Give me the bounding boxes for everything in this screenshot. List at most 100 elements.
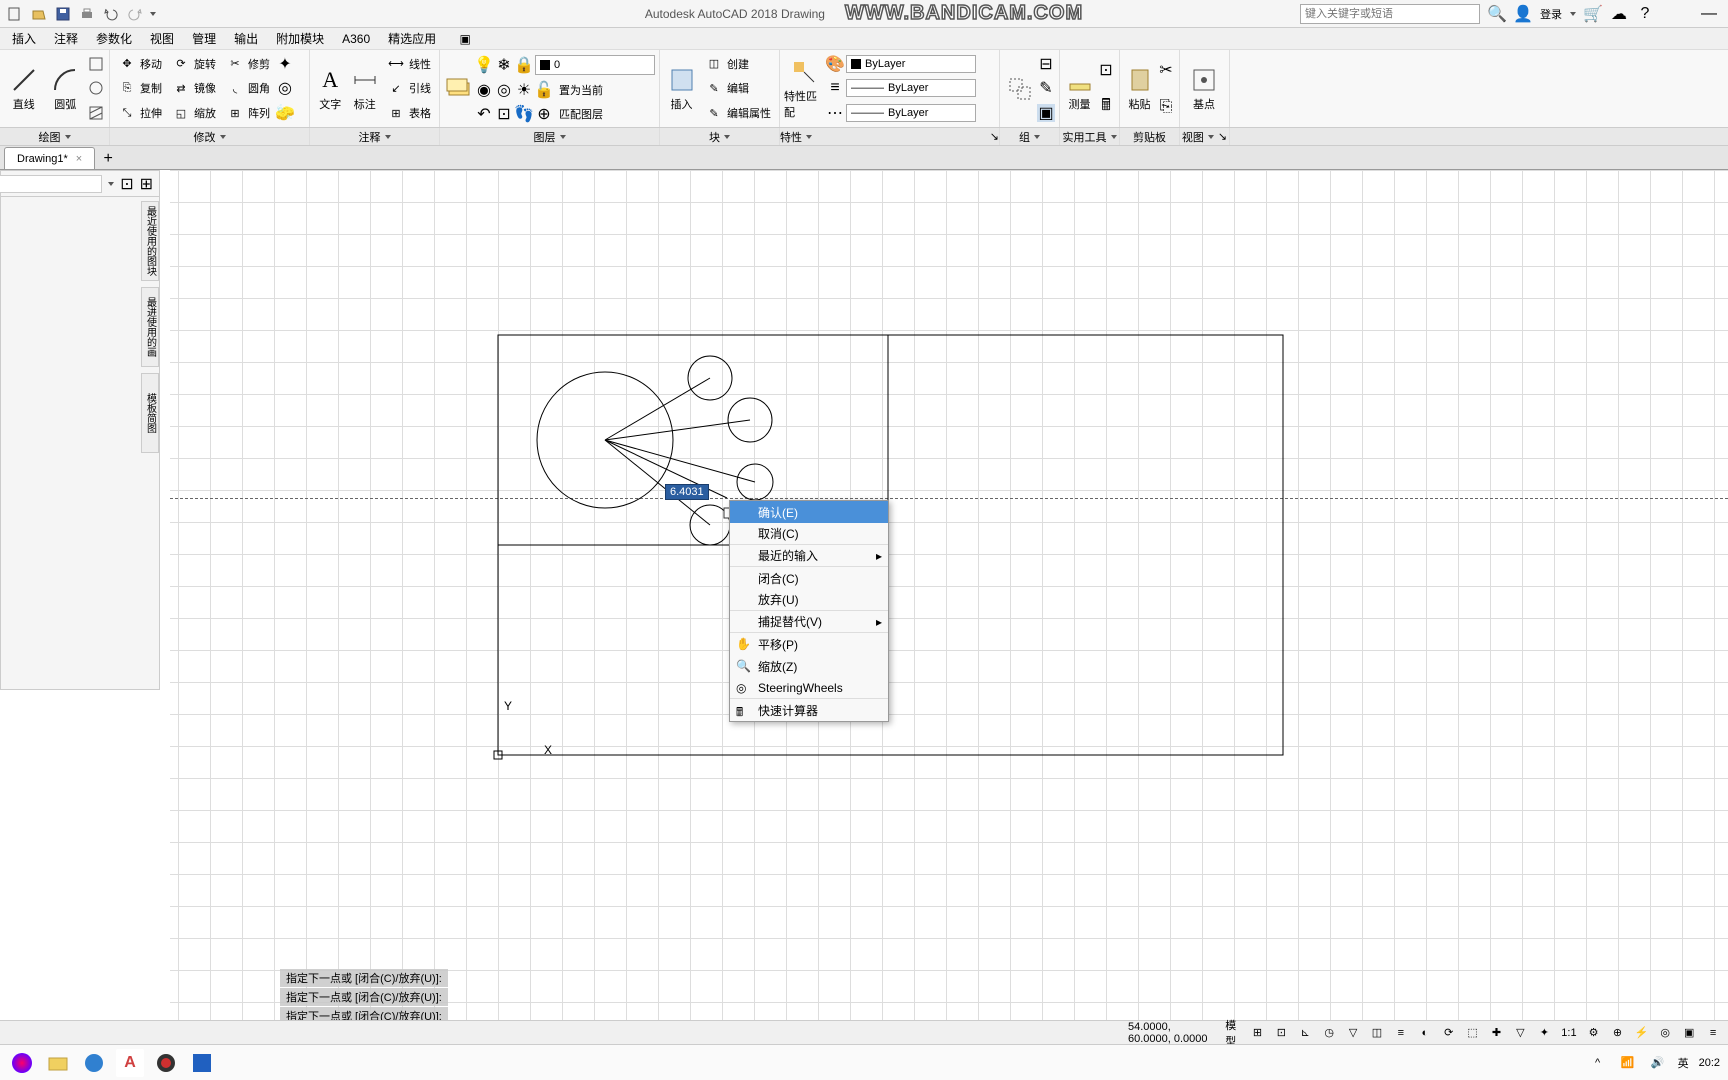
- isolate-icon[interactable]: ◎: [1658, 1023, 1672, 1043]
- ungroup-icon[interactable]: ⊟: [1037, 55, 1055, 73]
- help-search-input[interactable]: [1300, 4, 1480, 24]
- text-button[interactable]: A文字: [314, 52, 347, 125]
- tray-expand-icon[interactable]: ^: [1588, 1053, 1608, 1073]
- panel-label-modify[interactable]: 修改: [194, 129, 216, 145]
- palette-dropdown[interactable]: [0, 175, 102, 193]
- menu-insert[interactable]: 插入: [4, 28, 44, 49]
- menu-annotate[interactable]: 注释: [46, 28, 86, 49]
- ctx-pan[interactable]: ✋平移(P): [730, 633, 888, 655]
- panel-label-view[interactable]: 视图: [1182, 129, 1204, 145]
- ctx-cancel[interactable]: 取消(C): [730, 523, 888, 545]
- mirror-button[interactable]: ⇄镜像: [168, 79, 220, 97]
- layer-merge-icon[interactable]: ⊕: [535, 105, 553, 123]
- rotate-button[interactable]: ⟳旋转: [168, 55, 220, 73]
- save-icon[interactable]: [54, 5, 72, 23]
- search-icon[interactable]: 🔍: [1488, 5, 1506, 23]
- layer-isolate-icon[interactable]: ◎: [495, 81, 513, 99]
- linear-button[interactable]: ⟷线性: [383, 55, 435, 73]
- hardware-accel-icon[interactable]: ⚡: [1634, 1023, 1648, 1043]
- edit-block-button[interactable]: ✎编辑: [701, 79, 775, 97]
- layer-unlock-icon[interactable]: 🔓: [535, 81, 553, 99]
- open-icon[interactable]: [30, 5, 48, 23]
- login-button[interactable]: 登录: [1540, 6, 1562, 22]
- trim-button[interactable]: ✂修剪: [222, 55, 274, 73]
- menu-manage[interactable]: 管理: [184, 28, 224, 49]
- isodraft-toggle-icon[interactable]: ▽: [1346, 1023, 1360, 1043]
- hatch-icon[interactable]: [87, 104, 105, 122]
- lineweight-dropdown[interactable]: ———ByLayer: [846, 79, 976, 97]
- panel-label-draw[interactable]: 绘图: [39, 129, 61, 145]
- start-icon[interactable]: [8, 1049, 36, 1077]
- layer-dropdown[interactable]: 0: [535, 55, 655, 75]
- qat-dropdown-icon[interactable]: [150, 12, 156, 16]
- polyline-icon[interactable]: [87, 55, 105, 73]
- ctx-quickcalc[interactable]: 🖩快速计算器: [730, 699, 888, 721]
- clock[interactable]: 20:2: [1699, 1057, 1720, 1069]
- palette-tool2-icon[interactable]: ⊞: [140, 174, 153, 194]
- menu-output[interactable]: 输出: [226, 28, 266, 49]
- menu-a360[interactable]: A360: [334, 30, 378, 48]
- cut-icon[interactable]: ✂: [1157, 61, 1175, 79]
- ctx-undo[interactable]: 放弃(U): [730, 589, 888, 611]
- move-button[interactable]: ✥移动: [114, 55, 166, 73]
- ctx-enter[interactable]: 确认(E): [730, 501, 888, 523]
- palette-dropdown-icon[interactable]: [108, 182, 114, 186]
- panel-label-annotation[interactable]: 注释: [359, 129, 381, 145]
- panel-label-properties[interactable]: 特性: [780, 129, 802, 145]
- layer-current-button[interactable]: 置为当前: [555, 81, 607, 99]
- snap-toggle-icon[interactable]: ⊡: [1274, 1023, 1288, 1043]
- offset-icon[interactable]: ◎: [276, 79, 294, 97]
- 3dosnap-toggle-icon[interactable]: ⬚: [1466, 1023, 1480, 1043]
- ctx-steering-wheels[interactable]: ◎SteeringWheels: [730, 677, 888, 699]
- measure-button[interactable]: 测量: [1064, 52, 1095, 125]
- tool-palette[interactable]: ⊡ ⊞ 最近使用的图块 最进使用的画 模板简图: [0, 170, 160, 690]
- layer-off-icon[interactable]: ◉: [475, 81, 493, 99]
- ctx-close[interactable]: 闭合(C): [730, 567, 888, 589]
- line-button[interactable]: 直线: [4, 52, 44, 125]
- lineweight-icon[interactable]: ≡: [826, 79, 844, 97]
- help-icon[interactable]: ?: [1636, 5, 1654, 23]
- fillet-button[interactable]: ◟圆角: [222, 79, 274, 97]
- palette-tab-recent-draw[interactable]: 最进使用的画: [141, 287, 159, 367]
- menu-addins[interactable]: 附加模块: [268, 28, 332, 49]
- base-view-button[interactable]: 基点: [1184, 52, 1224, 125]
- annotation-monitor-icon[interactable]: ⊕: [1610, 1023, 1624, 1043]
- layer-lock-icon[interactable]: 🔒: [515, 56, 533, 74]
- group-button[interactable]: [1004, 52, 1035, 125]
- grid-toggle-icon[interactable]: ⊞: [1250, 1023, 1264, 1043]
- layer-prev-icon[interactable]: ↶: [475, 105, 493, 123]
- login-dropdown-icon[interactable]: [1570, 12, 1576, 16]
- layer-walk-icon[interactable]: 👣: [515, 105, 533, 123]
- ctx-snap-override[interactable]: 捕捉替代(V)▸: [730, 611, 888, 633]
- user-icon[interactable]: 👤: [1514, 5, 1532, 23]
- quick-calc-icon[interactable]: 🖩: [1097, 98, 1115, 116]
- explode-icon[interactable]: ✦: [276, 55, 294, 73]
- panel-label-clipboard[interactable]: 剪贴板: [1133, 129, 1166, 145]
- circle-icon[interactable]: [87, 79, 105, 97]
- color-dropdown[interactable]: ByLayer: [846, 55, 976, 73]
- edit-attr-button[interactable]: ✎编辑属性: [701, 104, 775, 122]
- ctx-zoom[interactable]: 🔍缩放(Z): [730, 655, 888, 677]
- workspace-icon[interactable]: ⚙: [1587, 1023, 1601, 1043]
- close-tab-icon[interactable]: ×: [76, 153, 82, 165]
- customize-icon[interactable]: ≡: [1706, 1023, 1720, 1043]
- palette-tool1-icon[interactable]: ⊡: [120, 174, 133, 194]
- selection-filter-icon[interactable]: ▽: [1513, 1023, 1527, 1043]
- ortho-toggle-icon[interactable]: ⊾: [1298, 1023, 1312, 1043]
- redo-icon[interactable]: [126, 5, 144, 23]
- print-icon[interactable]: [78, 5, 96, 23]
- array-button[interactable]: ⊞阵列: [222, 104, 274, 122]
- menu-expand-icon[interactable]: ▣: [456, 30, 474, 48]
- linetype-icon[interactable]: ⋯: [826, 104, 844, 122]
- a360-icon[interactable]: ☁: [1610, 5, 1628, 23]
- add-tab-button[interactable]: +: [97, 149, 119, 169]
- ime-indicator[interactable]: 英: [1678, 1055, 1689, 1071]
- new-icon[interactable]: [6, 5, 24, 23]
- clean-screen-icon[interactable]: ▣: [1682, 1023, 1696, 1043]
- match-properties-button[interactable]: 特性匹配: [784, 52, 824, 125]
- scale-button[interactable]: ◱缩放: [168, 104, 220, 122]
- polar-toggle-icon[interactable]: ◷: [1322, 1023, 1336, 1043]
- stretch-button[interactable]: ⤡拉伸: [114, 104, 166, 122]
- create-block-button[interactable]: ◫创建: [701, 55, 775, 73]
- copy-button[interactable]: ⎘复制: [114, 79, 166, 97]
